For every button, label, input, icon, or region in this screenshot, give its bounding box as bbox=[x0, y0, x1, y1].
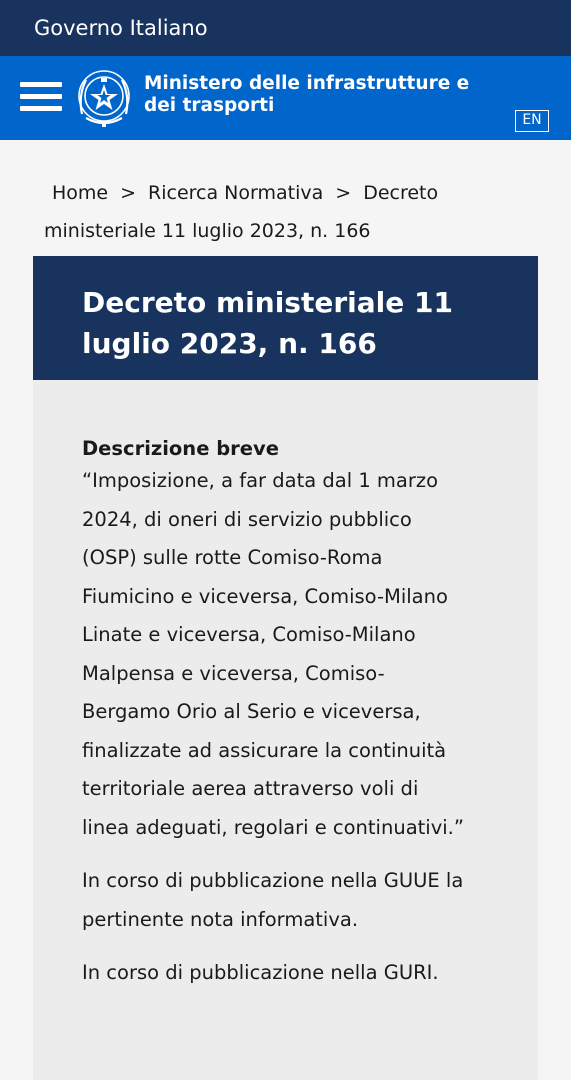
guue-publication-note: In corso di pubblicazione nella GUUE la … bbox=[82, 862, 498, 939]
guue-note-line1: In corso di pubblicazione nella GUUE la bbox=[82, 869, 464, 892]
ministry-name-line2: dei trasporti bbox=[144, 95, 275, 116]
italian-republic-emblem-icon[interactable] bbox=[76, 66, 132, 130]
breadcrumb-home-link[interactable]: Home bbox=[52, 182, 108, 204]
description-line: Fiumicino e viceversa, Comiso-Milano bbox=[82, 584, 448, 608]
breadcrumb-ricerca-normativa-link[interactable]: Ricerca Normativa bbox=[148, 182, 323, 204]
description-line: Linate e viceversa, Comiso-Milano bbox=[82, 623, 416, 646]
hamburger-menu-icon[interactable] bbox=[20, 79, 62, 115]
page-title-line2: luglio 2023, n. 166 bbox=[82, 327, 377, 360]
description-line: “Imposizione, a far data dal 1 marzo bbox=[82, 469, 439, 492]
ministry-name-line1: Ministero delle infrastrutture e bbox=[144, 73, 470, 94]
content-panel: Descrizione breve “Imposizione, a far da… bbox=[33, 380, 538, 1080]
guri-publication-note: In corso di pubblicazione nella GURI. bbox=[82, 961, 439, 984]
description-line: finalizzate ad assicurare la continuità bbox=[82, 738, 447, 762]
description-line: Bergamo Orio al Serio e viceversa, bbox=[82, 700, 421, 723]
description-line: (OSP) sulle rotte Comiso-Roma bbox=[82, 546, 383, 569]
description-line: territoriale aerea attraverso voli di bbox=[82, 777, 419, 800]
guue-note-line2: pertinente nota informativa. bbox=[82, 907, 359, 931]
ministry-name[interactable]: Ministero delle infrastrutture e dei tra… bbox=[144, 73, 484, 117]
language-switch-button[interactable]: EN bbox=[515, 110, 549, 132]
government-label[interactable]: Governo Italiano bbox=[34, 16, 208, 40]
government-topbar: Governo Italiano bbox=[0, 0, 571, 56]
breadcrumb: Home > Ricerca Normativa > Decreto ministeri… bbox=[0, 140, 571, 248]
description-label: Descrizione breve bbox=[82, 437, 279, 460]
description-line: linea adeguati, regolari e continuativi.… bbox=[82, 815, 464, 839]
page-title: Decreto ministeriale 11 luglio 2023, n. … bbox=[82, 282, 498, 364]
breadcrumb-current-part2: ministeriale 11 luglio 2023, n. 166 bbox=[44, 220, 371, 242]
description-text: “Imposizione, a far data dal 1 marzo 202… bbox=[82, 462, 498, 847]
page-title-box: Decreto ministeriale 11 luglio 2023, n. … bbox=[33, 256, 538, 380]
breadcrumb-separator: > bbox=[335, 182, 352, 204]
description-line: Malpensa e viceversa, Comiso- bbox=[82, 661, 385, 685]
site-header: Ministero delle infrastrutture e dei tra… bbox=[0, 56, 571, 140]
page-title-line1: Decreto ministeriale 11 bbox=[82, 286, 453, 319]
breadcrumb-current-part1: Decreto bbox=[363, 182, 439, 204]
description-line: 2024, di oneri di servizio pubblico bbox=[82, 507, 412, 531]
breadcrumb-separator: > bbox=[120, 182, 137, 204]
